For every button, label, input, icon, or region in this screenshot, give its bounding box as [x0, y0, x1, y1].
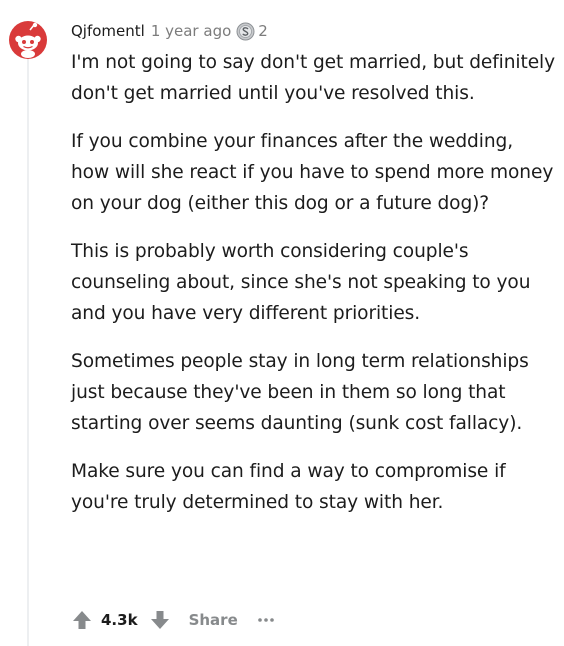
comment-meta: Qjfomentl 1 year ago 2 — [71, 20, 268, 42]
snoo-avatar-icon[interactable] — [8, 20, 48, 60]
award-count: 2 — [258, 22, 268, 40]
comment-body: I'm not going to say don't get married, … — [71, 47, 555, 535]
thread-line[interactable] — [27, 58, 29, 646]
comment-paragraph: I'm not going to say don't get married, … — [71, 52, 556, 104]
share-button[interactable]: Share — [189, 611, 238, 629]
comment-paragraph: This is probably worth considering coupl… — [71, 241, 531, 324]
comment-paragraph: If you combine your finances after the w… — [71, 131, 554, 214]
timestamp[interactable]: 1 year ago — [151, 22, 231, 40]
more-options-icon[interactable] — [256, 610, 276, 630]
vote-score: 4.3k — [101, 611, 138, 629]
comment-actions: 4.3k Share — [71, 606, 276, 634]
username[interactable]: Qjfomentl — [71, 22, 145, 40]
upvote-arrow-icon[interactable] — [71, 609, 93, 631]
comment-paragraph: Sometimes people stay in long term relat… — [71, 351, 529, 434]
downvote-arrow-icon[interactable] — [149, 609, 171, 631]
silver-award-icon[interactable] — [236, 22, 255, 41]
comment-paragraph: Make sure you can find a way to compromi… — [71, 461, 506, 513]
